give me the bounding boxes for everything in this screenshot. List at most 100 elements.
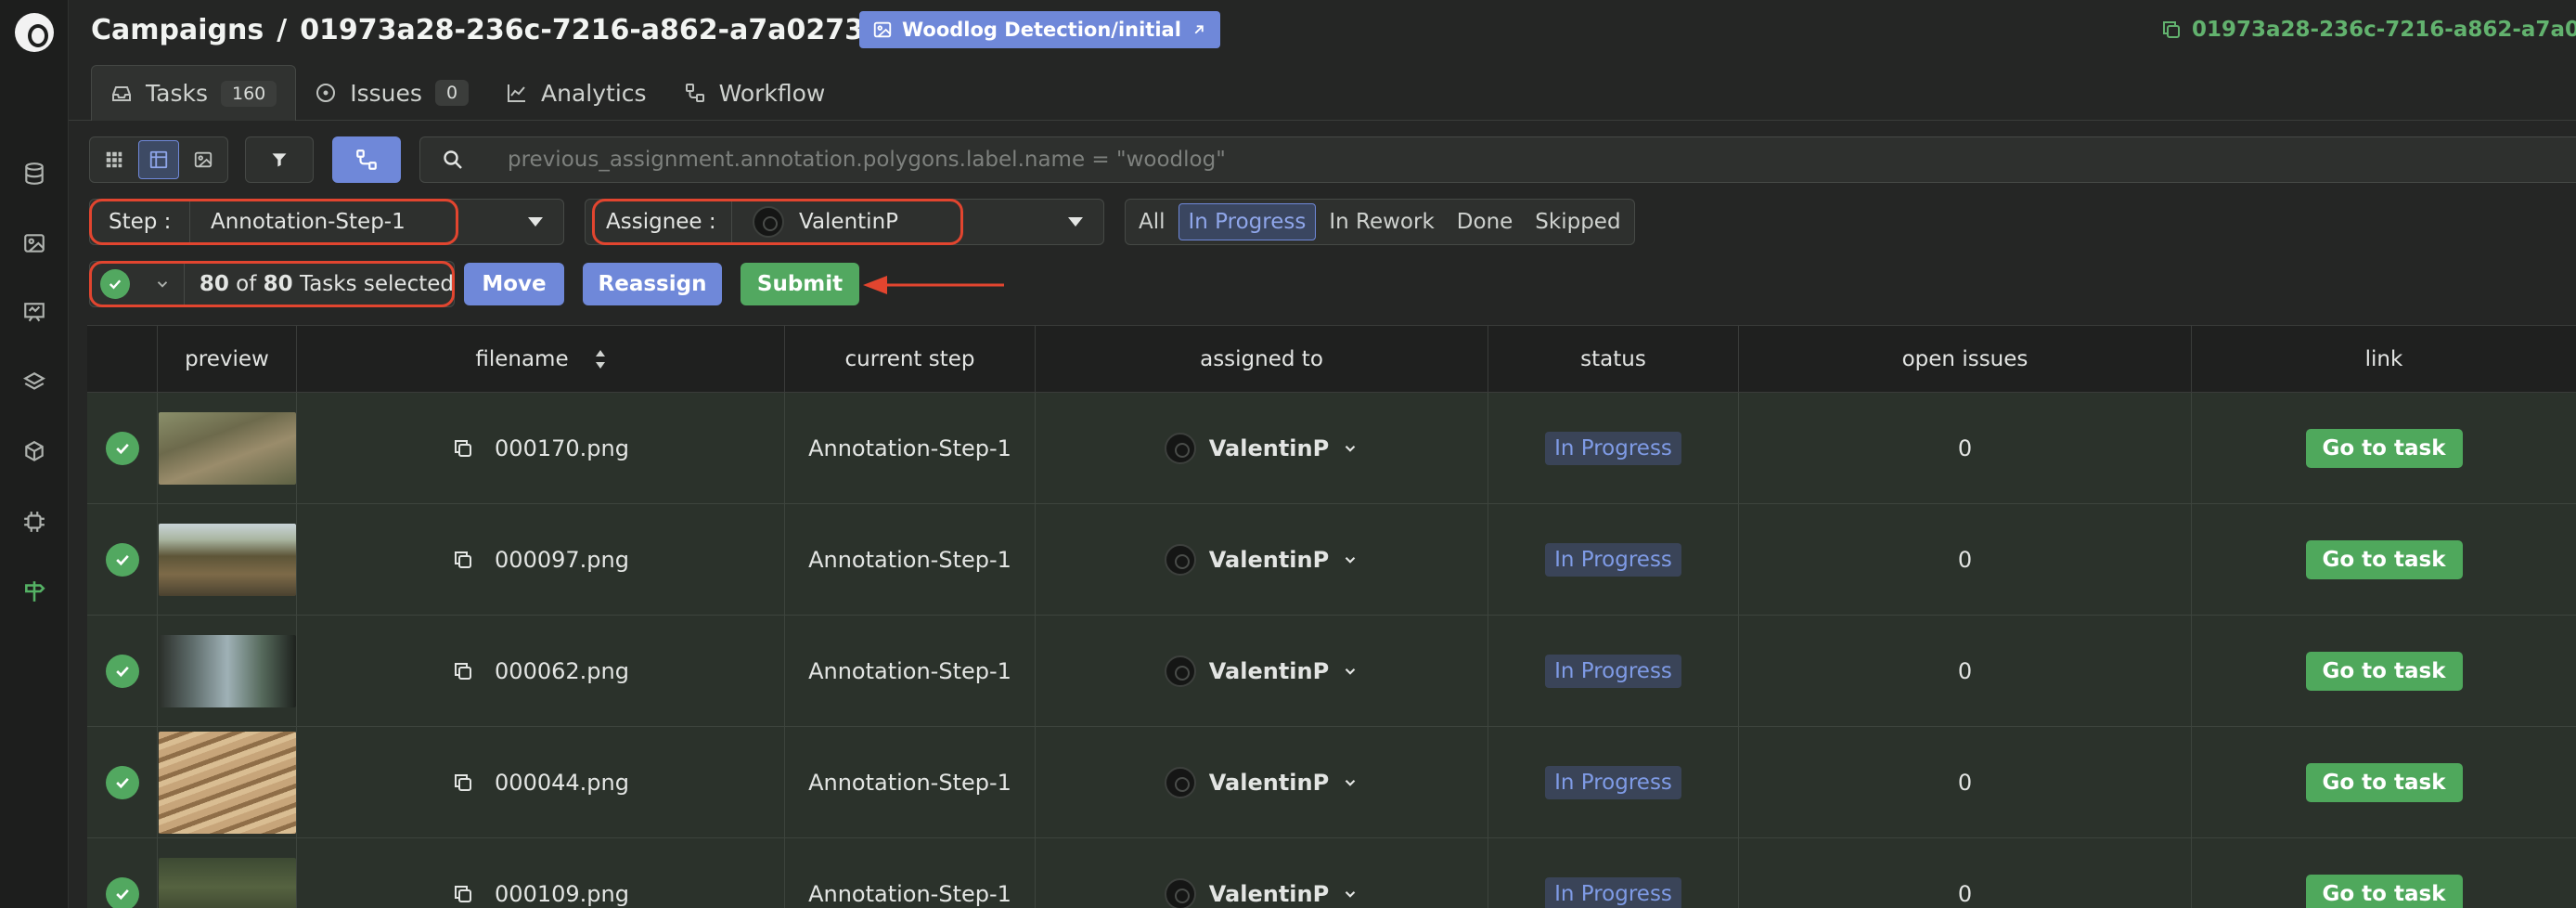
header-select bbox=[87, 326, 158, 393]
header-open-issues: open issues bbox=[1739, 326, 2192, 393]
chip-icon[interactable] bbox=[20, 508, 48, 536]
tab-analytics[interactable]: Analytics bbox=[487, 65, 665, 121]
image-icon[interactable] bbox=[20, 229, 48, 257]
step-cell: Annotation-Step-1 bbox=[785, 504, 1036, 616]
go-to-task-button[interactable]: Go to task bbox=[2305, 429, 2463, 468]
status-cell: In Progress bbox=[1488, 616, 1739, 727]
assignee-select-label: Assignee : bbox=[586, 200, 732, 244]
table-row: 000097.png Annotation-Step-1 ValentinP I… bbox=[87, 504, 2576, 616]
table-header: preview filename current step assigned t… bbox=[87, 326, 2576, 393]
image-icon bbox=[194, 151, 213, 168]
chevron-down-icon bbox=[1345, 891, 1356, 898]
assignee-name: ValentinP bbox=[1208, 770, 1330, 796]
header-filename-label: filename bbox=[475, 347, 569, 371]
copy-icon[interactable] bbox=[452, 660, 474, 682]
filter-button[interactable] bbox=[245, 136, 314, 183]
table-view-button[interactable] bbox=[138, 140, 179, 179]
row-checkbox[interactable] bbox=[87, 838, 158, 908]
link-cell: Go to task bbox=[2192, 393, 2576, 504]
dataset-badge[interactable]: Woodlog Detection/initial bbox=[859, 11, 1220, 48]
step-select[interactable]: Step : Annotation-Step-1 bbox=[89, 199, 564, 245]
status-filter-done[interactable]: Done bbox=[1448, 204, 1523, 240]
reassign-button[interactable]: Reassign bbox=[583, 263, 722, 305]
view-mode-group bbox=[89, 136, 228, 183]
header-status: status bbox=[1488, 326, 1739, 393]
status-filter-skipped[interactable]: Skipped bbox=[1526, 204, 1629, 240]
row-checkbox[interactable] bbox=[87, 616, 158, 727]
search-input[interactable] bbox=[485, 148, 2576, 172]
open-issues-cell: 0 bbox=[1739, 838, 2192, 908]
assignee-name: ValentinP bbox=[1208, 547, 1330, 573]
caret-down-icon bbox=[508, 217, 563, 227]
preview-thumbnail[interactable] bbox=[158, 858, 296, 908]
assignee-cell[interactable]: ValentinP bbox=[1036, 616, 1488, 727]
chevron-down-icon bbox=[1345, 557, 1356, 564]
open-issues-cell: 0 bbox=[1739, 616, 2192, 727]
filename-text: 000097.png bbox=[495, 547, 629, 573]
signpost-icon[interactable] bbox=[20, 577, 48, 605]
move-button[interactable]: Move bbox=[464, 263, 564, 305]
assignee-name: ValentinP bbox=[1208, 435, 1330, 461]
workflow-mode-button[interactable] bbox=[332, 136, 401, 183]
copy-icon[interactable] bbox=[452, 549, 474, 571]
header-filename[interactable]: filename bbox=[297, 326, 785, 393]
assignee-cell[interactable]: ValentinP bbox=[1036, 727, 1488, 838]
gallery-view-button[interactable] bbox=[183, 140, 224, 179]
preview-thumbnail[interactable] bbox=[158, 412, 296, 485]
assignee-select[interactable]: Assignee : ValentinP bbox=[585, 199, 1104, 245]
status-badge: In Progress bbox=[1545, 432, 1681, 465]
go-to-task-button[interactable]: Go to task bbox=[2305, 540, 2463, 579]
copy-icon[interactable] bbox=[452, 437, 474, 460]
preview-thumbnail[interactable] bbox=[158, 635, 296, 707]
status-filter-in-rework[interactable]: In Rework bbox=[1320, 204, 1443, 240]
grid-view-button[interactable] bbox=[94, 140, 135, 179]
annotation-board-icon[interactable] bbox=[20, 299, 48, 327]
assignee-cell[interactable]: ValentinP bbox=[1036, 393, 1488, 504]
database-icon[interactable] bbox=[20, 160, 48, 188]
copy-icon[interactable] bbox=[452, 772, 474, 794]
check-circle-icon bbox=[105, 655, 139, 688]
go-to-task-button[interactable]: Go to task bbox=[2305, 875, 2463, 908]
assignee-cell[interactable]: ValentinP bbox=[1036, 504, 1488, 616]
selection-dropdown[interactable] bbox=[141, 262, 185, 306]
tab-workflow[interactable]: Workflow bbox=[665, 65, 844, 121]
select-all-checkbox[interactable] bbox=[90, 269, 141, 299]
go-to-task-button[interactable]: Go to task bbox=[2305, 763, 2463, 802]
copy-campaign-id[interactable]: 01973a28-236c-7216-a862-a7a0273ffd48 bbox=[2160, 11, 2576, 48]
row-checkbox[interactable] bbox=[87, 727, 158, 838]
filter-icon bbox=[272, 153, 287, 167]
selection-count: 80 of 80 Tasks selected bbox=[199, 272, 454, 296]
check-circle-icon bbox=[105, 543, 139, 577]
step-select-label: Step : bbox=[90, 200, 190, 244]
row-checkbox[interactable] bbox=[87, 504, 158, 616]
status-cell: In Progress bbox=[1488, 838, 1739, 908]
status-filter-all[interactable]: All bbox=[1129, 204, 1175, 240]
go-to-task-button[interactable]: Go to task bbox=[2305, 652, 2463, 691]
chevron-down-icon bbox=[157, 281, 167, 288]
filename-text: 000109.png bbox=[495, 881, 629, 907]
assignee-cell[interactable]: ValentinP bbox=[1036, 838, 1488, 908]
row-checkbox[interactable] bbox=[87, 393, 158, 504]
layers-icon[interactable] bbox=[20, 369, 48, 396]
check-circle-icon bbox=[105, 766, 139, 799]
table-row: 000062.png Annotation-Step-1 ValentinP I… bbox=[87, 616, 2576, 727]
submit-button[interactable]: Submit bbox=[741, 263, 859, 305]
preview-thumbnail[interactable] bbox=[158, 732, 296, 834]
breadcrumb-campaigns[interactable]: Campaigns bbox=[91, 14, 264, 46]
status-filter: All In Progress In Rework Done Skipped bbox=[1125, 199, 1635, 245]
tab-tasks[interactable]: Tasks 160 bbox=[91, 65, 297, 121]
preview-thumbnail[interactable] bbox=[158, 524, 296, 596]
header-link: link bbox=[2364, 347, 2403, 371]
selection-control: 80 of 80 Tasks selected bbox=[89, 261, 455, 307]
status-badge: In Progress bbox=[1545, 766, 1681, 799]
app-logo[interactable] bbox=[15, 13, 54, 52]
copy-icon[interactable] bbox=[452, 883, 474, 905]
status-filter-in-progress[interactable]: In Progress bbox=[1178, 203, 1317, 240]
tab-issues[interactable]: Issues 0 bbox=[296, 65, 487, 121]
search-icon bbox=[420, 149, 485, 171]
external-link-icon bbox=[1194, 25, 1204, 34]
assignee-name: ValentinP bbox=[1208, 658, 1330, 684]
model-cube-icon[interactable] bbox=[20, 438, 48, 466]
status-badge: In Progress bbox=[1545, 543, 1681, 577]
avatar bbox=[1164, 655, 1196, 687]
